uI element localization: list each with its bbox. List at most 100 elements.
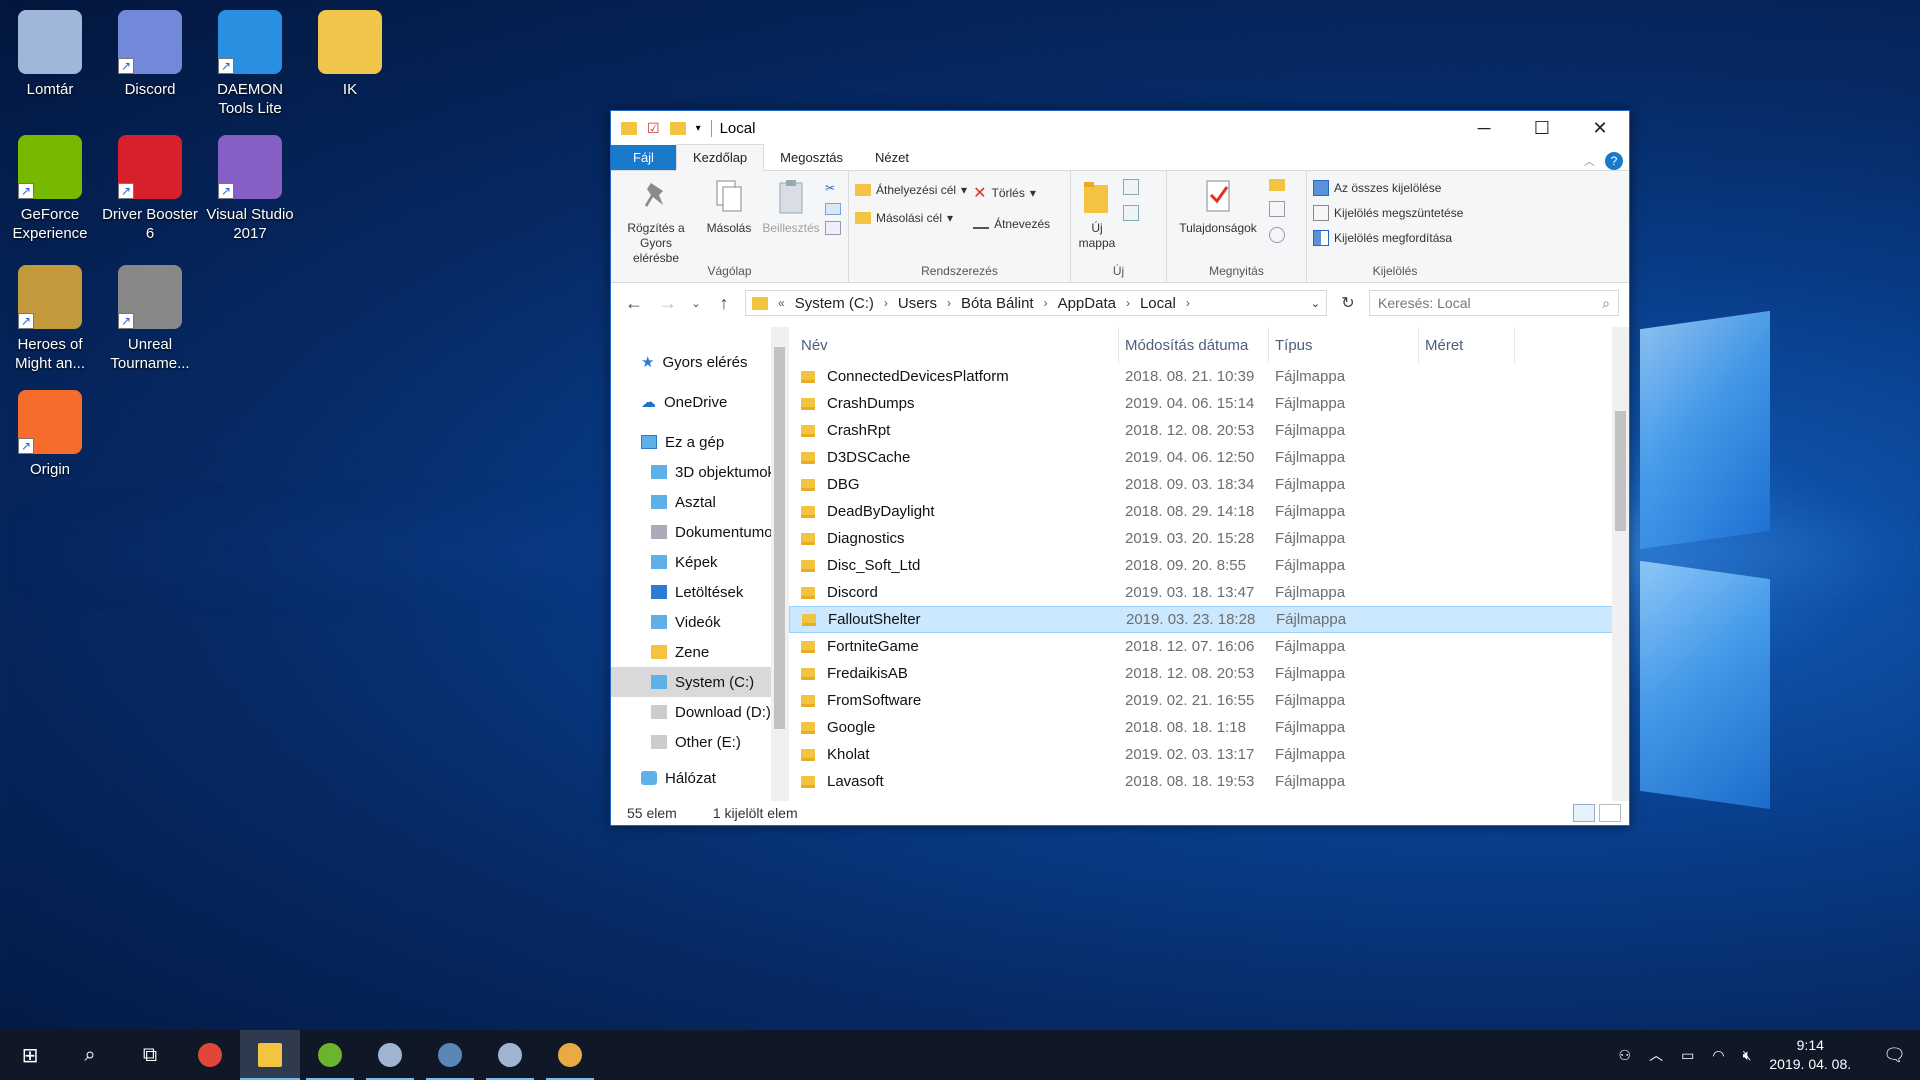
chevron-right-icon[interactable]: › [1126,296,1130,310]
large-icons-view-button[interactable] [1599,804,1621,822]
desktop-icon[interactable]: ↗ GeForce Experience [0,135,100,243]
chevron-right-icon[interactable]: › [1044,296,1048,310]
file-row[interactable]: Disc_Soft_Ltd 2018. 09. 20. 8:55 Fájlmappa [789,552,1629,579]
delete-button[interactable]: ✕ Törlés ▾ [973,183,1050,203]
column-size[interactable]: Méret [1419,327,1515,363]
open-icon[interactable] [1269,179,1285,191]
desktop-icon[interactable]: ↗ Discord [100,10,200,99]
nav-item[interactable]: Download (D:) [611,697,788,727]
taskbar-steam-button[interactable] [360,1030,420,1080]
taskbar-file-explorer-button[interactable] [240,1030,300,1080]
tab-home[interactable]: Kezdőlap [675,144,765,171]
address-dropdown-icon[interactable]: ⌄ [1311,297,1320,310]
copy-path-icon[interactable] [825,203,841,215]
back-button[interactable]: ← [621,293,647,314]
taskbar-task-view-button[interactable]: ⧉ [120,1030,180,1080]
up-button[interactable]: ↑ [711,293,737,314]
nav-onedrive[interactable]: ☁ OneDrive [611,387,788,417]
breadcrumb-appdata[interactable]: AppData [1058,295,1116,312]
tab-share[interactable]: Megosztás [764,145,859,170]
address-bar[interactable]: « System (C:) › Users › Bóta Bálint › AppDa… [745,290,1327,316]
column-name[interactable]: Név [789,327,1119,363]
taskbar-start-button[interactable]: ⊞ [0,1030,60,1080]
new-item-icon[interactable] [1123,179,1139,195]
file-row[interactable]: Kholat 2019. 02. 03. 13:17 Fájlmappa [789,741,1629,768]
copy-to-button[interactable]: Másolási cél ▾ [855,211,967,225]
file-list-scrollbar[interactable] [1612,327,1629,801]
nav-item[interactable]: Videók [611,607,788,637]
breadcrumb-overflow[interactable]: « [778,296,785,310]
desktop-icon[interactable]: ↗ Unreal Tourname... [100,265,200,373]
nav-item[interactable]: Other (E:) [611,727,788,757]
volume-muted-icon[interactable]: 🔇︎ [1743,1047,1752,1064]
file-row[interactable]: Lavasoft 2018. 08. 18. 19:53 Fájlmappa [789,768,1629,795]
file-row[interactable]: DBG 2018. 09. 03. 18:34 Fájlmappa [789,471,1629,498]
taskbar-chrome-button[interactable] [180,1030,240,1080]
breadcrumb-system-c[interactable]: System (C:) [795,295,874,312]
show-hidden-icons-icon[interactable]: ︿ [1649,1045,1663,1065]
recent-locations-icon[interactable]: ⌄ [689,297,703,310]
file-row[interactable]: D3DSCache 2019. 04. 06. 12:50 Fájlmappa [789,444,1629,471]
desktop-icon[interactable]: ↗ Driver Booster 6 [100,135,200,243]
column-type[interactable]: Típus [1269,327,1419,363]
breadcrumb-user[interactable]: Bóta Bálint [961,295,1034,312]
properties-quick-icon[interactable]: ☑ [647,120,660,137]
nav-quick-access[interactable]: ★ Gyors elérés [611,347,788,377]
file-row[interactable]: Diagnostics 2019. 03. 20. 15:28 Fájlmappa [789,525,1629,552]
taskbar-paint-button[interactable] [540,1030,600,1080]
desktop-icon[interactable]: ↗ Visual Studio 2017 [200,135,300,243]
nav-scrollbar[interactable] [771,327,788,801]
file-row[interactable]: ConnectedDevicesPlatform 2018. 08. 21. 10… [789,363,1629,390]
nav-this-pc[interactable]: Ez a gép [611,427,788,457]
maximize-button[interactable]: ☐ [1513,111,1571,145]
nav-item[interactable]: Zene [611,637,788,667]
tab-view[interactable]: Nézet [859,145,925,170]
taskbar-steam-button[interactable] [480,1030,540,1080]
clock[interactable]: 9:14 2019. 04. 08. [1769,1036,1851,1074]
select-none-button[interactable]: Kijelölés megszüntetése [1313,205,1463,221]
desktop-icon[interactable]: IK [300,10,400,99]
minimize-button[interactable]: ─ [1455,111,1513,145]
file-row[interactable]: FredaikisAB 2018. 12. 08. 20:53 Fájlmappa [789,660,1629,687]
nav-network[interactable]: Hálózat [611,763,788,793]
history-icon[interactable] [1269,227,1285,243]
rename-button[interactable]: Átnevezés [973,217,1050,231]
taskbar-teamspeak-button[interactable] [420,1030,480,1080]
file-row[interactable]: FromSoftware 2019. 02. 21. 16:55 Fájlmappa [789,687,1629,714]
breadcrumb-local[interactable]: Local [1140,295,1176,312]
file-row[interactable]: FortniteGame 2018. 12. 07. 16:06 Fájlmappa [789,633,1629,660]
paste-shortcut-icon[interactable] [825,221,841,235]
forward-button[interactable]: → [655,293,681,314]
file-row[interactable]: Discord 2019. 03. 18. 13:47 Fájlmappa [789,579,1629,606]
nav-item[interactable]: Asztal [611,487,788,517]
cut-icon[interactable]: ✂ [825,181,841,197]
file-row[interactable]: FalloutShelter 2019. 03. 23. 18:28 Fájlmap… [789,606,1629,633]
nav-item[interactable]: 3D objektumok [611,457,788,487]
select-all-button[interactable]: Az összes kijelölése [1313,180,1463,196]
search-input[interactable]: Keresés: Local ⌕ [1369,290,1619,316]
column-date[interactable]: Módosítás dátuma [1119,327,1269,363]
battery-icon[interactable]: ▭ [1681,1047,1694,1064]
file-row[interactable]: CrashDumps 2019. 04. 06. 15:14 Fájlmappa [789,390,1629,417]
ribbon-collapse-icon[interactable]: ︿ [1584,153,1595,169]
wifi-icon[interactable]: ◠ [1712,1047,1724,1064]
nav-item[interactable]: System (C:) [611,667,788,697]
nav-item[interactable]: Képek [611,547,788,577]
desktop-icon[interactable]: ↗ Heroes of Might an... [0,265,100,373]
details-view-button[interactable] [1573,804,1595,822]
nav-item[interactable]: Dokumentumok [611,517,788,547]
nav-item[interactable]: Letöltések [611,577,788,607]
help-icon[interactable]: ? [1605,152,1623,170]
new-folder-quick-icon[interactable] [669,121,686,135]
notifications-icon[interactable]: 🗨︎ [1883,1045,1906,1066]
chevron-right-icon[interactable]: › [884,296,888,310]
taskbar-utorrent-button[interactable] [300,1030,360,1080]
file-row[interactable]: Google 2018. 08. 18. 1:18 Fájlmappa [789,714,1629,741]
refresh-button[interactable]: ↻ [1335,293,1361,313]
desktop-icon[interactable]: ↗ Origin [0,390,100,479]
file-row[interactable]: DeadByDaylight 2018. 08. 29. 14:18 Fájlmap… [789,498,1629,525]
taskbar-search-button[interactable]: ⌕ [60,1030,120,1080]
tab-file[interactable]: Fájl [611,145,676,170]
breadcrumb-users[interactable]: Users [898,295,937,312]
quick-access-dropdown-icon[interactable]: ▾ [696,123,701,134]
